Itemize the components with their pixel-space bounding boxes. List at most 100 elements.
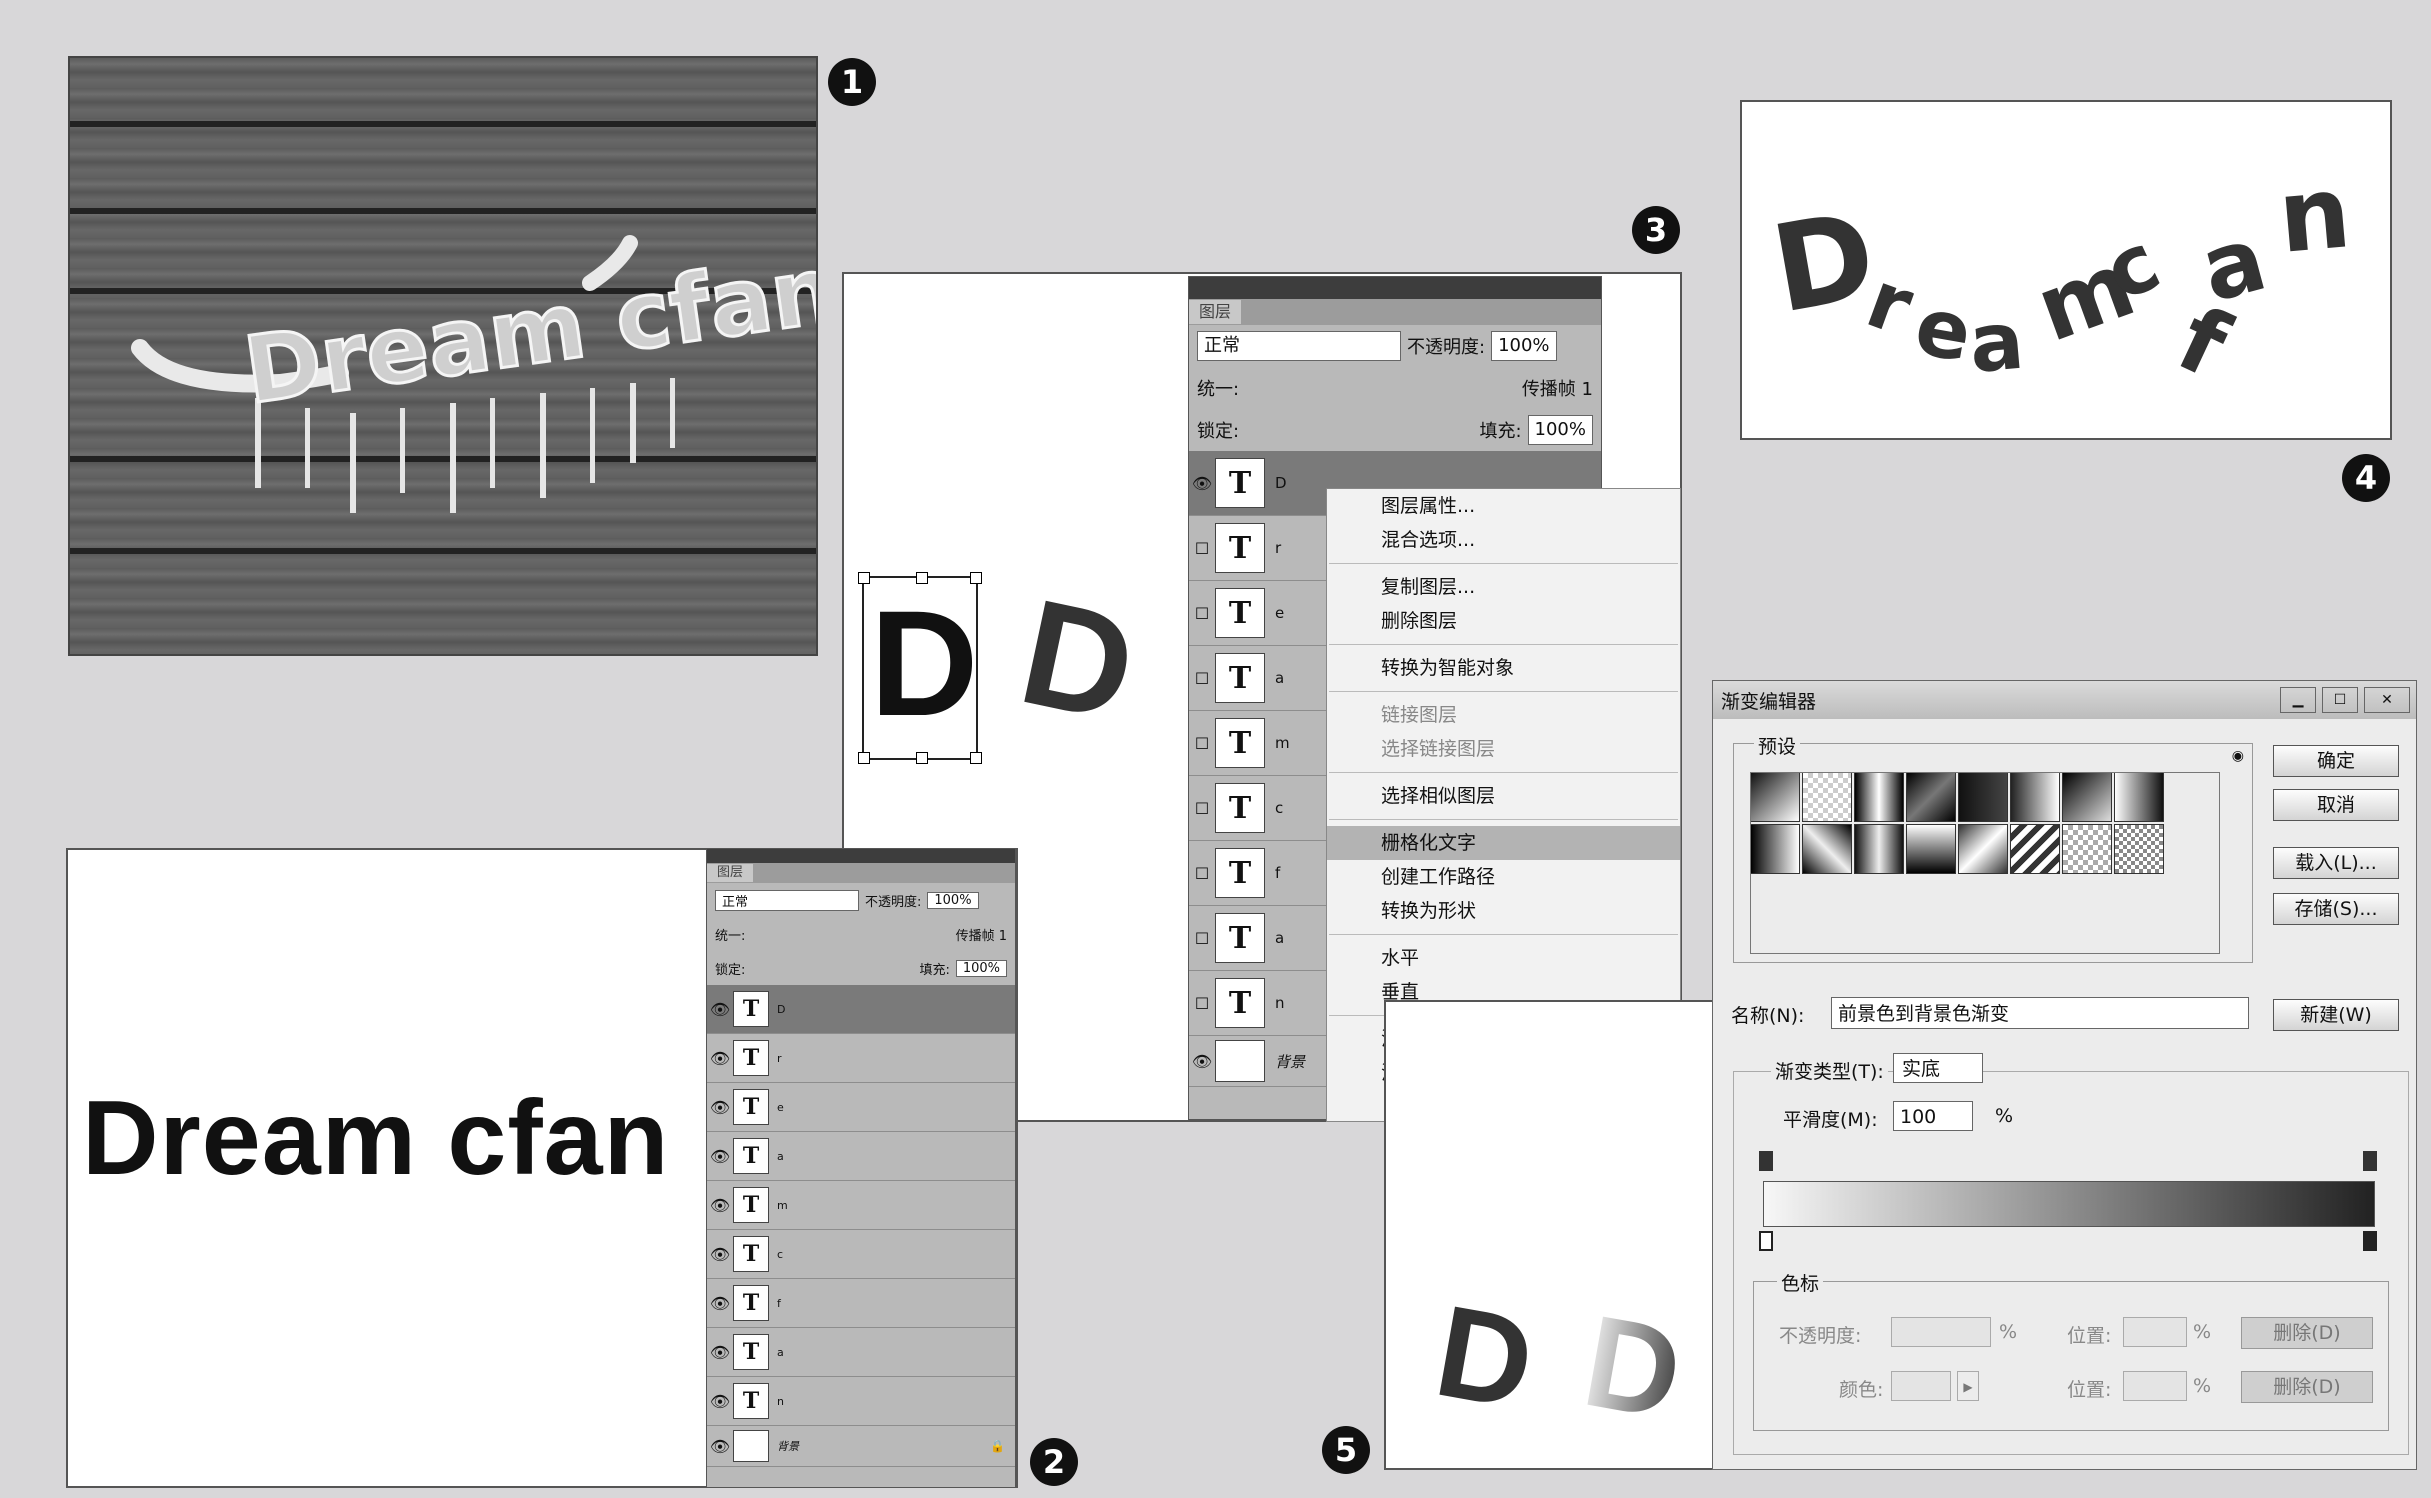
- preset-swatch[interactable]: [1906, 824, 1956, 874]
- stop-color-location-input[interactable]: [2123, 1371, 2187, 1401]
- context-menu-item[interactable]: 图层属性...: [1327, 489, 1680, 523]
- preset-swatch[interactable]: [2062, 824, 2112, 874]
- visibility-box[interactable]: ☐: [1189, 776, 1215, 840]
- eye-icon[interactable]: 👁: [707, 1328, 733, 1376]
- context-menu-item[interactable]: 混合选项...: [1327, 523, 1680, 557]
- color-stop-left[interactable]: [1759, 1231, 1773, 1251]
- visibility-box[interactable]: ☐: [1189, 581, 1215, 645]
- preset-swatch[interactable]: [1854, 824, 1904, 874]
- smoothness-input[interactable]: 100: [1893, 1101, 1973, 1131]
- layers-tab[interactable]: 图层: [1189, 300, 1242, 324]
- layer-row[interactable]: 👁 Tf: [707, 1279, 1015, 1328]
- layer-row[interactable]: 👁 Te: [707, 1083, 1015, 1132]
- layer-row[interactable]: 👁 Tr: [707, 1034, 1015, 1083]
- visibility-box[interactable]: ☐: [1189, 841, 1215, 905]
- name-input[interactable]: 前景色到背景色渐变: [1831, 997, 2249, 1029]
- layer-row[interactable]: 👁 Ta: [707, 1132, 1015, 1181]
- stop-color-swatch[interactable]: [1891, 1371, 1951, 1401]
- eye-icon[interactable]: 👁: [1189, 1036, 1215, 1086]
- context-menu-item[interactable]: 转换为形状: [1327, 894, 1680, 928]
- context-menu-item[interactable]: 创建工作路径: [1327, 860, 1680, 894]
- menu-separator: [1329, 691, 1678, 692]
- stop-opacity-input[interactable]: [1891, 1317, 1991, 1347]
- eye-icon[interactable]: 👁: [707, 1279, 733, 1327]
- eye-icon[interactable]: 👁: [1189, 451, 1215, 515]
- preset-swatch[interactable]: [1750, 824, 1800, 874]
- eye-icon[interactable]: 👁: [707, 1181, 733, 1229]
- preset-swatch[interactable]: [1958, 772, 2008, 822]
- visibility-box[interactable]: ☐: [1189, 971, 1215, 1035]
- fill-input-small[interactable]: 100%: [955, 959, 1007, 977]
- visibility-box[interactable]: ☐: [1189, 906, 1215, 970]
- visibility-box[interactable]: ☐: [1189, 711, 1215, 775]
- eye-icon[interactable]: 👁: [707, 1132, 733, 1180]
- eye-icon[interactable]: 👁: [707, 1230, 733, 1278]
- context-menu-item[interactable]: 选择相似图层: [1327, 779, 1680, 813]
- transform-box[interactable]: D: [858, 572, 982, 764]
- delete-opacity-stop-button[interactable]: 删除(D): [2241, 1317, 2373, 1349]
- layer-row[interactable]: 👁 Ta: [707, 1328, 1015, 1377]
- preset-swatch[interactable]: [1958, 824, 2008, 874]
- maximize-icon[interactable]: ☐: [2322, 687, 2358, 713]
- opacity-input-small[interactable]: 100%: [927, 891, 979, 909]
- type-select[interactable]: 实底: [1893, 1053, 1983, 1083]
- layer-row[interactable]: 👁 T D: [707, 985, 1015, 1034]
- cancel-button[interactable]: 取消: [2273, 789, 2399, 821]
- preset-swatch[interactable]: [1802, 772, 1852, 822]
- context-menu-item[interactable]: 删除图层: [1327, 604, 1680, 638]
- close-icon[interactable]: ✕: [2364, 687, 2410, 713]
- save-button[interactable]: 存储(S)...: [2273, 893, 2399, 925]
- gradient-preview-bar[interactable]: [1763, 1181, 2375, 1227]
- new-button[interactable]: 新建(W): [2273, 999, 2399, 1031]
- eye-icon[interactable]: 👁: [707, 1426, 733, 1466]
- preset-swatch[interactable]: [1906, 772, 1956, 822]
- eye-icon[interactable]: 👁: [707, 1377, 733, 1425]
- fill-input[interactable]: 100%: [1527, 415, 1593, 445]
- context-menu-item[interactable]: 转换为智能对象: [1327, 651, 1680, 685]
- context-menu-item[interactable]: 水平: [1327, 941, 1680, 975]
- preset-swatch[interactable]: [2010, 772, 2060, 822]
- context-menu-item[interactable]: 链接图层: [1327, 698, 1680, 732]
- context-menu-item[interactable]: 选择链接图层: [1327, 732, 1680, 766]
- delete-color-stop-button[interactable]: 删除(D): [2241, 1371, 2373, 1403]
- load-button[interactable]: 载入(L)...: [2273, 847, 2399, 879]
- eye-icon[interactable]: 👁: [707, 1083, 733, 1131]
- eye-icon[interactable]: 👁: [707, 1034, 733, 1082]
- color-arrow-icon[interactable]: ▶: [1957, 1371, 1979, 1401]
- opacity-stop-right[interactable]: [2363, 1151, 2377, 1171]
- step-badge-5: 5: [1322, 1426, 1370, 1474]
- propagate-checkbox[interactable]: 传播帧 1: [1522, 375, 1593, 401]
- preset-swatch[interactable]: [2114, 772, 2164, 822]
- context-menu-item[interactable]: 复制图层...: [1327, 570, 1680, 604]
- preset-swatch[interactable]: [1802, 824, 1852, 874]
- preset-swatch[interactable]: [1750, 772, 1800, 822]
- stop-opacity-location-input[interactable]: [2123, 1317, 2187, 1347]
- smoothness-label: 平滑度(M):: [1783, 1109, 1878, 1131]
- rotated-letter-d: D: [1007, 566, 1149, 754]
- layer-name: a: [777, 1149, 784, 1163]
- minimize-icon[interactable]: ▁: [2280, 687, 2316, 713]
- propagate-checkbox-small[interactable]: 传播帧 1: [956, 925, 1007, 944]
- layers-tab-small[interactable]: 图层: [707, 864, 754, 882]
- layer-row-background[interactable]: 👁 背景 🔒: [707, 1426, 1015, 1467]
- visibility-box[interactable]: ☐: [1189, 516, 1215, 580]
- blend-mode-select[interactable]: 正常: [1197, 331, 1401, 361]
- context-menu-item[interactable]: 栅格化文字: [1327, 826, 1680, 860]
- layer-row[interactable]: 👁 Tm: [707, 1181, 1015, 1230]
- color-stop-right[interactable]: [2363, 1231, 2377, 1251]
- layer-row[interactable]: 👁 Tc: [707, 1230, 1015, 1279]
- visibility-box[interactable]: ☐: [1189, 646, 1215, 710]
- layer-row[interactable]: 👁 Tn: [707, 1377, 1015, 1426]
- preset-swatch[interactable]: [2010, 824, 2060, 874]
- blend-mode-select-small[interactable]: 正常: [715, 889, 859, 911]
- preset-swatch[interactable]: [1854, 772, 1904, 822]
- preset-swatch[interactable]: [2062, 772, 2112, 822]
- preset-swatch[interactable]: [2114, 824, 2164, 874]
- ok-button[interactable]: 确定: [2273, 745, 2399, 777]
- opacity-stop-left[interactable]: [1759, 1151, 1773, 1171]
- layer-name: a: [777, 1345, 784, 1359]
- eye-icon[interactable]: 👁: [707, 985, 733, 1033]
- unify-label: 统一:: [1197, 379, 1240, 400]
- presets-menu-icon[interactable]: ◉: [2232, 748, 2244, 764]
- opacity-input[interactable]: 100%: [1491, 331, 1557, 361]
